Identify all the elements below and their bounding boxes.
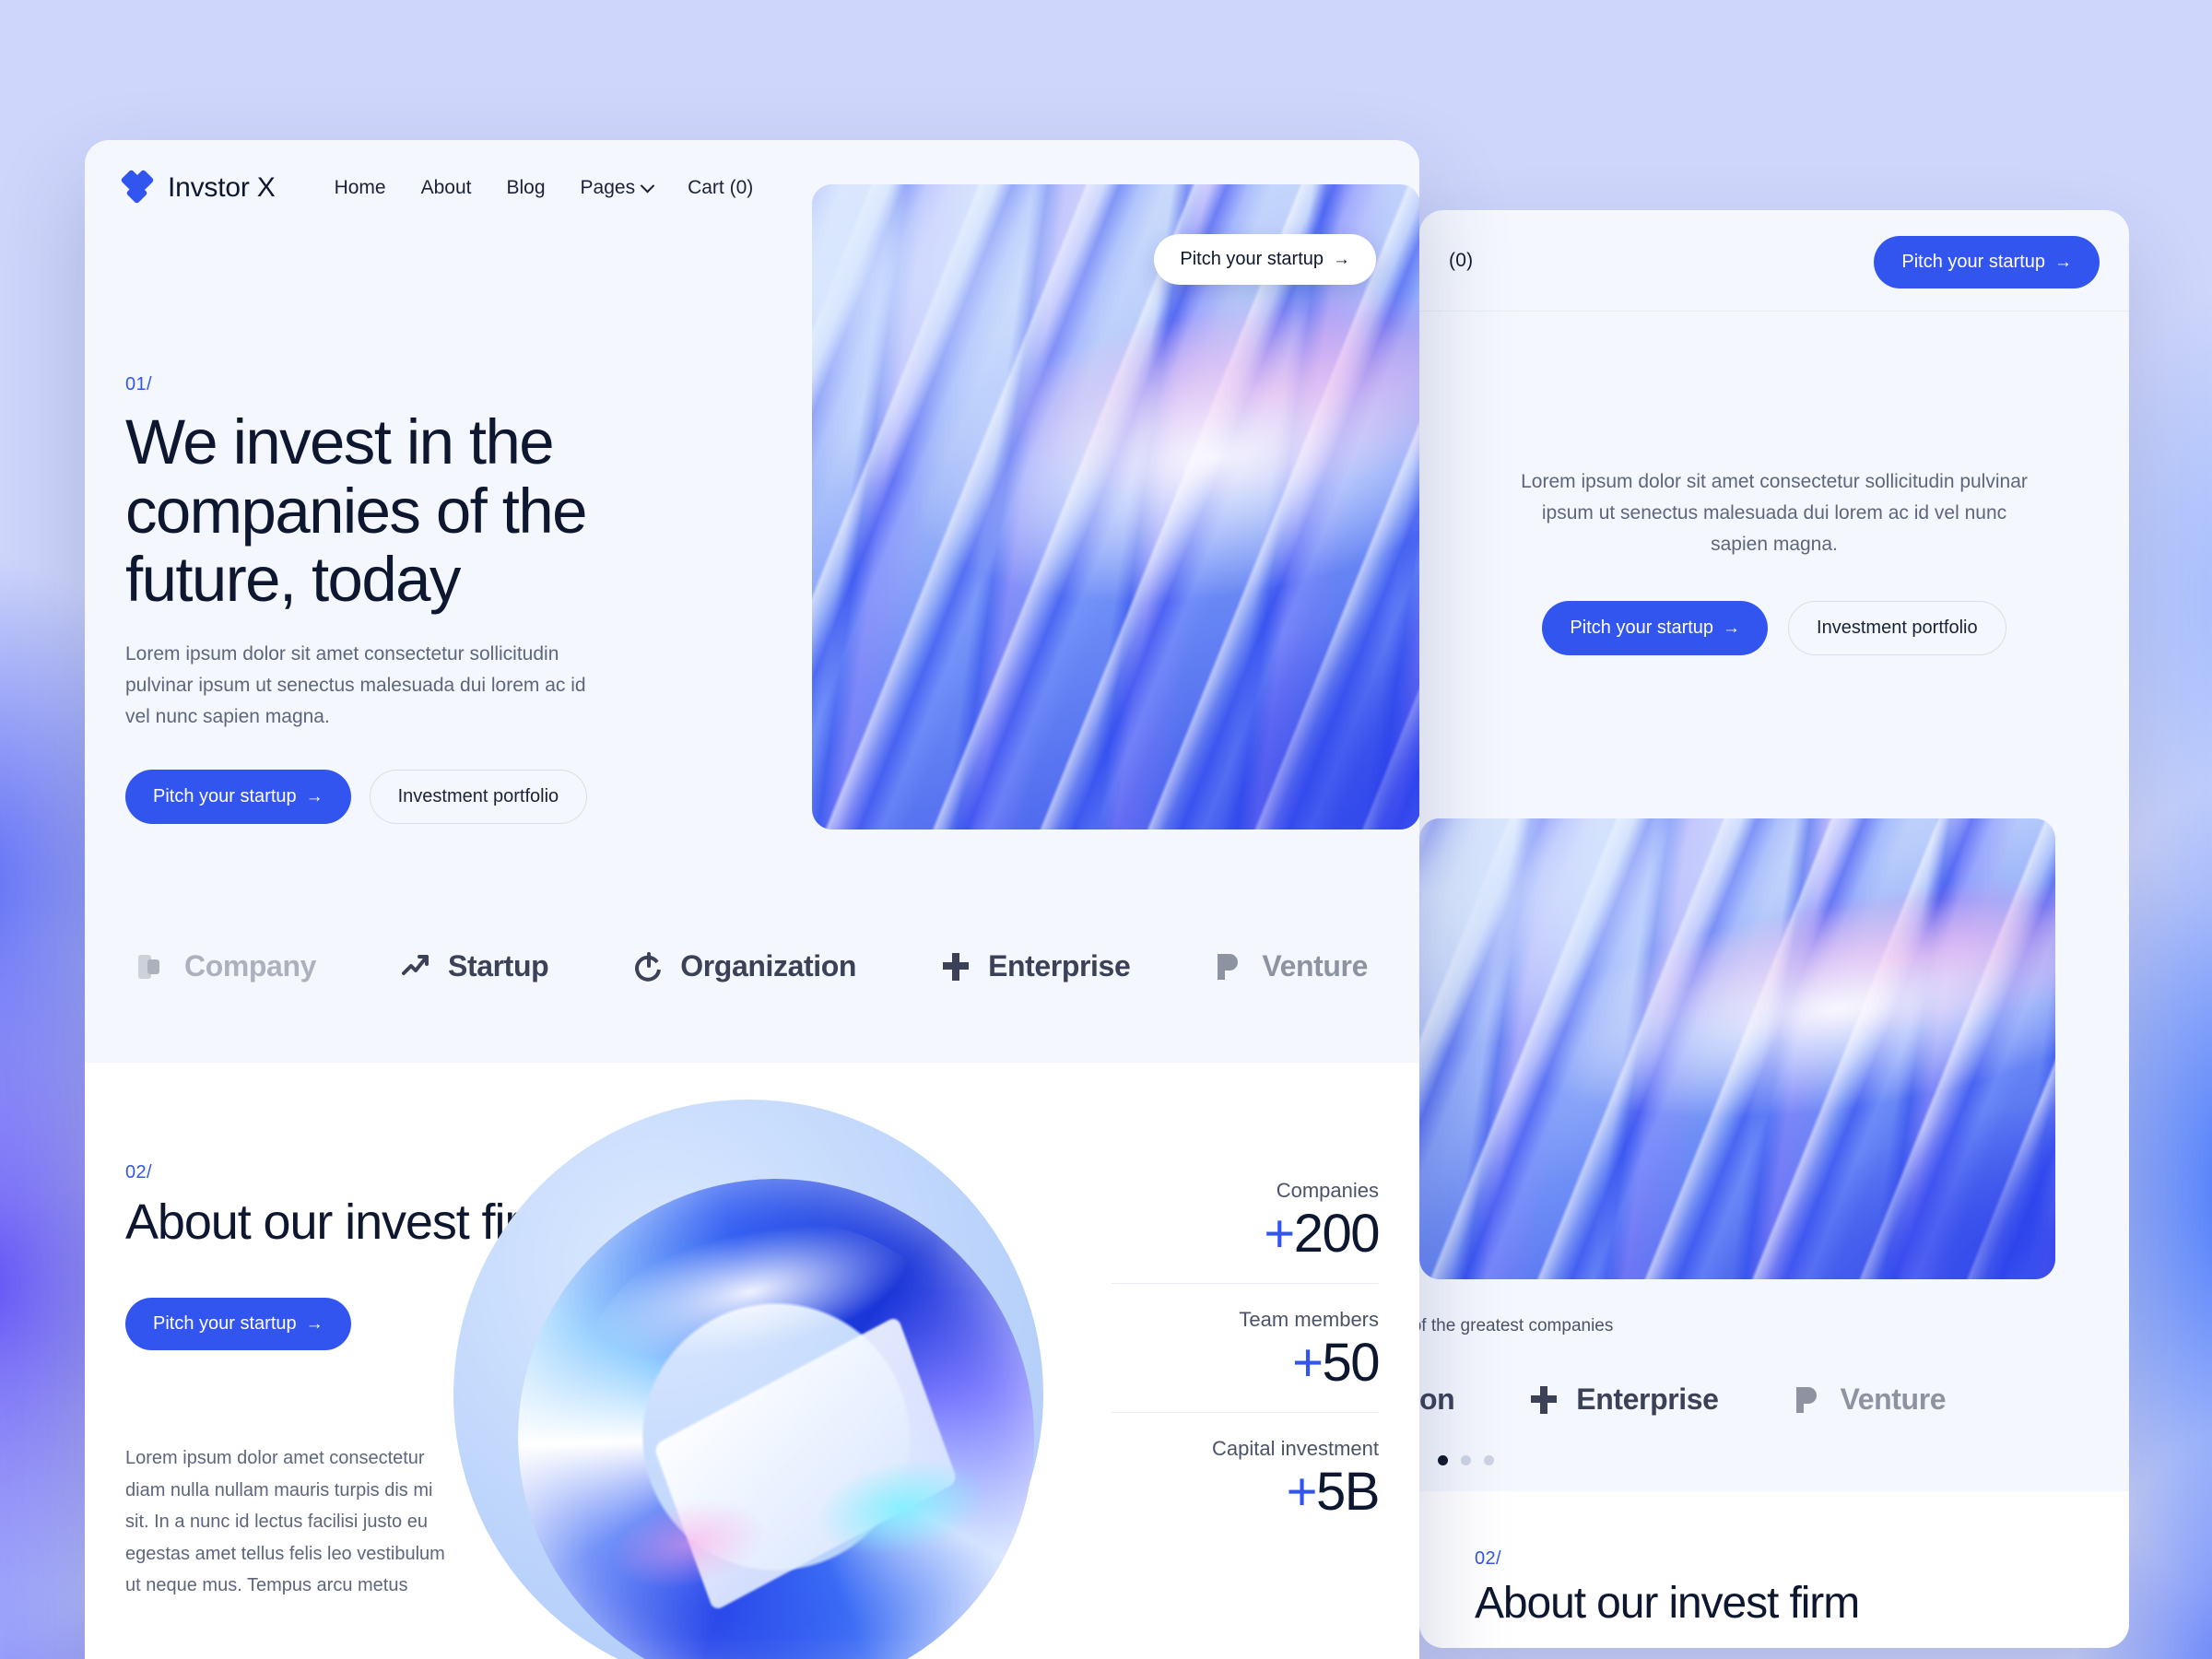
back-artwork-layer [1419, 818, 2055, 1279]
logo-label-venture: Venture [1262, 949, 1368, 982]
stat-value: +50 [1112, 1332, 1380, 1393]
logo-item-enterprise[interactable]: Enterprise [940, 949, 1131, 983]
carousel-dot-2[interactable] [1461, 1455, 1471, 1465]
back-window-logo-strip: some of the greatest companies rganizati… [1419, 1316, 2129, 1465]
hero-copy: 01/ We invest in the companies of the fu… [125, 374, 697, 824]
stat-companies: Companies +200 [1112, 1155, 1381, 1283]
nav-item-home[interactable]: Home [335, 177, 386, 199]
back-about-title: About our invest firm [1475, 1579, 1860, 1628]
p-mark-icon [1793, 1384, 1824, 1416]
chevron-down-icon [640, 178, 655, 193]
stat-plus-sign: + [1292, 1332, 1324, 1393]
about-body-text: Lorem ipsum dolor amet consectetur diam … [125, 1448, 445, 1596]
pitch-your-startup-button[interactable]: Pitch your startup → [125, 769, 351, 824]
logo-label-startup: Startup [448, 949, 549, 982]
stat-value: +5B [1112, 1461, 1381, 1522]
back-logo-item-enterprise[interactable]: Enterprise [1528, 1382, 1719, 1417]
nav-item-pages[interactable]: Pages [580, 177, 655, 199]
investment-portfolio-button[interactable]: Investment portfolio [369, 769, 588, 824]
stat-label: Team members [1239, 1307, 1379, 1331]
brand-logo[interactable]: Invstor X [120, 169, 276, 206]
stat-team-members: Team members +50 [1112, 1282, 1380, 1412]
arrow-right-icon: → [305, 786, 324, 806]
stat-value: +200 [1112, 1204, 1381, 1264]
brand-name: Invstor X [168, 172, 276, 203]
arrow-right-icon: → [1333, 250, 1350, 269]
trending-up-icon [400, 951, 431, 982]
back-cart-label[interactable]: (0) [1449, 250, 1473, 272]
p-mark-icon [1214, 951, 1245, 982]
nav-item-about[interactable]: About [421, 177, 472, 199]
circular-arrow-icon [632, 951, 664, 982]
about-pitch-button[interactable]: Pitch your startup → [125, 1298, 351, 1351]
stats-column: Companies +200 Team members +50 Capital … [1112, 1155, 1381, 1541]
floating-pitch-button[interactable]: Pitch your startup → [1154, 234, 1376, 285]
page-title: We invest in the companies of the future… [125, 406, 587, 616]
back-logos-caption: some of the greatest companies [1419, 1316, 1614, 1335]
back-window-hero: Lorem ipsum dolor sit amet consectetur s… [1419, 312, 2129, 656]
nav-item-blog[interactable]: Blog [507, 177, 546, 199]
stat-number: 200 [1293, 1204, 1381, 1264]
diamond-cluster-logo-icon [120, 169, 155, 206]
back-window-artwork [1419, 818, 2055, 1279]
carousel-dot-1[interactable] [1438, 1455, 1448, 1465]
stat-number: 5B [1316, 1461, 1380, 1522]
back-window-topbar: (0) Pitch your startup → [1419, 210, 2129, 312]
logo-label-enterprise: Enterprise [988, 949, 1131, 982]
back-logo-label: rganization [1419, 1382, 1455, 1416]
stat-capital-investment: Capital investment +5B [1112, 1411, 1381, 1541]
back-hero-subtitle: Lorem ipsum dolor sit amet consectetur s… [1521, 471, 2028, 556]
stat-plus-sign: + [1286, 1461, 1318, 1522]
about-pitch-label: Pitch your startup [153, 1313, 297, 1335]
plus-blocks-icon [940, 951, 971, 982]
stat-number: 50 [1322, 1332, 1380, 1393]
hero-eyebrow: 01/ [125, 374, 153, 394]
client-logo-strip: Company Startup Organization Enterprise … [85, 890, 1419, 1063]
logo-item-startup[interactable]: Startup [400, 949, 549, 983]
back-pitch-button[interactable]: Pitch your startup → [1542, 601, 1769, 656]
page-canvas: (0) Pitch your startup → Lorem ipsum dol… [0, 0, 2212, 1659]
back-window-about-section: 02/ About our invest firm Lorem ipsum do… [1419, 1491, 2129, 1648]
back-portfolio-button[interactable]: Investment portfolio [1788, 601, 2006, 656]
nav-item-pages-label: Pages [580, 177, 636, 198]
hero-subtitle: Lorem ipsum dolor sit amet consectetur s… [125, 642, 586, 727]
back-hero-button-row: Pitch your startup → Investment portfoli… [1497, 601, 2052, 656]
pitch-button-label: Pitch your startup [153, 785, 297, 806]
back-topbar-pitch-label: Pitch your startup [1901, 252, 2045, 272]
hero-section: 01/ We invest in the companies of the fu… [85, 184, 1419, 890]
logo-label-organization: Organization [680, 949, 857, 982]
back-logo-item-organization[interactable]: rganization [1419, 1382, 1455, 1417]
back-topbar-pitch-button[interactable]: Pitch your startup → [1874, 236, 2100, 288]
plus-blocks-icon [1528, 1384, 1559, 1416]
logo-item-company[interactable]: Company [136, 949, 316, 983]
carousel-dot-3[interactable] [1484, 1455, 1494, 1465]
back-pitch-label: Pitch your startup [1570, 618, 1714, 639]
hero-artwork: Pitch your startup → [812, 184, 1419, 830]
foreground-browser-window: Invstor X Home About Blog Pages Cart (0)… [85, 140, 1419, 1659]
carousel-dots[interactable] [1438, 1455, 2129, 1465]
stat-label: Capital investment [1212, 1436, 1379, 1460]
about-artwork [453, 1100, 1099, 1659]
logo-item-organization[interactable]: Organization [632, 949, 856, 983]
back-logo-label: Venture [1840, 1382, 1947, 1416]
hero-button-row: Pitch your startup → Investment portfoli… [125, 769, 697, 824]
arrow-right-icon: → [305, 1314, 324, 1335]
floating-pitch-label: Pitch your startup [1180, 249, 1324, 269]
stat-plus-sign: + [1264, 1204, 1295, 1264]
back-logo-row: rganization Enterprise [1419, 1382, 2129, 1417]
arrow-right-icon: → [2054, 253, 2072, 272]
logo-item-venture[interactable]: Venture [1214, 949, 1368, 983]
arrow-right-icon: → [1723, 618, 1741, 639]
back-logo-item-venture[interactable]: Venture [1793, 1382, 1947, 1417]
back-about-eyebrow: 02/ [1475, 1548, 1502, 1569]
stat-label: Companies [1276, 1179, 1379, 1202]
background-browser-window: (0) Pitch your startup → Lorem ipsum dol… [1419, 210, 2129, 1648]
nav-item-cart[interactable]: Cart (0) [688, 177, 753, 199]
logo-label-company: Company [184, 949, 316, 982]
about-section: 02/ About our invest firm Pitch your sta… [85, 1063, 1419, 1659]
layers-icon [136, 951, 168, 982]
back-logo-label: Enterprise [1576, 1382, 1719, 1416]
